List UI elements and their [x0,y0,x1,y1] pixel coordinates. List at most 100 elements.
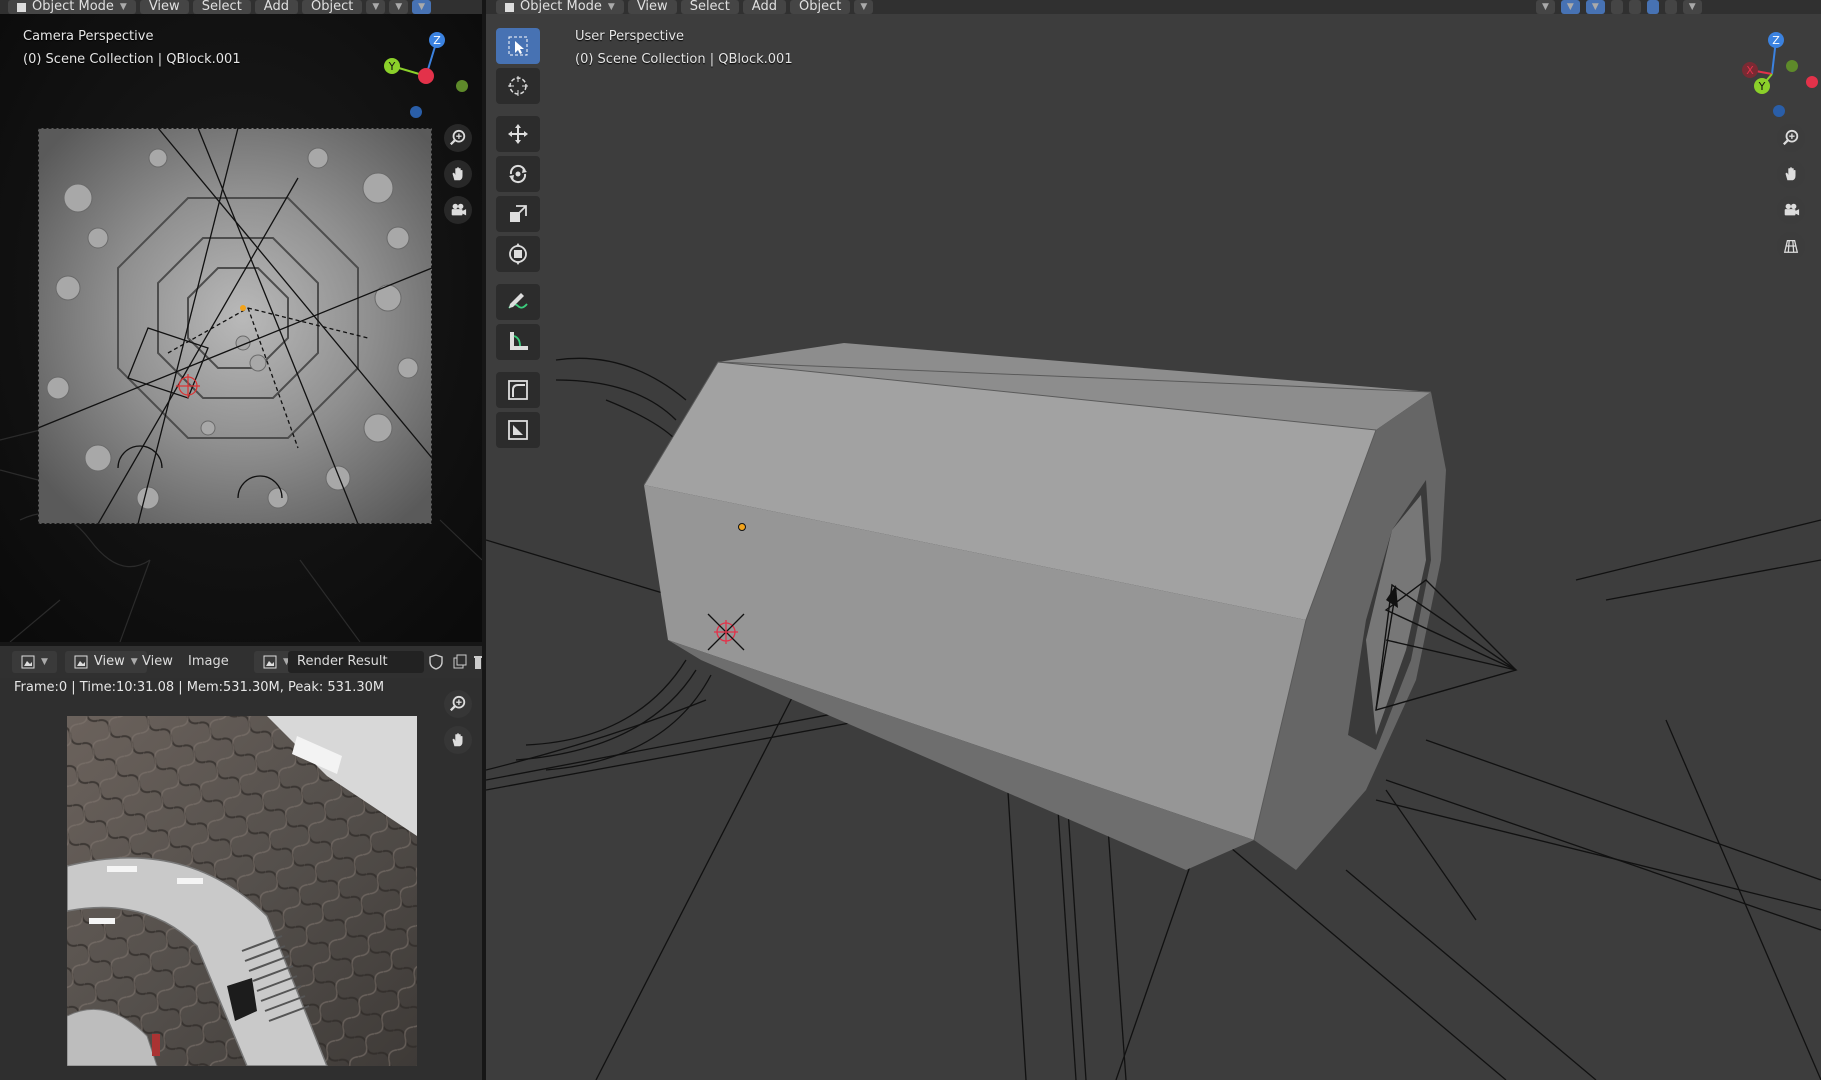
move-icon [508,124,528,144]
left-pivot-dropdown[interactable]: ▼ [389,0,409,14]
image-name-field[interactable]: Render Result [288,651,424,673]
viewport-camera-view-icon[interactable] [1777,196,1805,224]
menu-object[interactable]: Object [789,0,851,14]
shading-rendered-icon[interactable]: ▼ [1682,0,1702,14]
image-icon [74,655,88,669]
camera-axis-gizmo[interactable]: Z Y [372,24,472,124]
tool-cursor[interactable] [496,68,540,104]
image-editor-icon [21,655,35,669]
object-mode-icon [505,2,514,12]
mode-dropdown[interactable]: Object Mode ▼ [496,0,624,14]
annotate-icon [508,293,528,309]
mode-label: Object Mode [520,0,602,14]
scene-geometry [486,343,1821,1080]
shading-solid-icon[interactable] [1646,0,1659,14]
gizmo-x-label: X [1746,64,1754,77]
tool-transform[interactable] [496,236,540,272]
visibility-dropdown[interactable]: ▼ [1536,0,1555,14]
image-pan-hand-icon[interactable] [444,726,472,754]
shading-wireframe-icon[interactable] [1628,0,1641,14]
chevron-down-icon: ▼ [418,2,426,12]
viewport-ortho-grid-icon[interactable] [1777,232,1805,260]
left-viewport-header: Object Mode ▼ View Select Add Object ▼ ▼… [0,0,490,14]
camera-view-collection: (0) Scene Collection | QBlock.001 [23,52,241,67]
image-icon [263,655,277,669]
user-view-title: User Perspective [575,29,685,44]
image-editor-canvas[interactable]: Frame:0 | Time:10:31.08 | Mem:531.30M, P… [0,678,482,1080]
object-mode-icon [17,2,26,12]
user-view-collection: (0) Scene Collection | QBlock.001 [575,52,793,67]
chevron-down-icon: ▼ [1566,2,1574,12]
left-menu-add[interactable]: Add [254,0,298,14]
left-transform-orientation-dropdown[interactable]: ▼ [366,0,386,14]
transform-icon [509,243,527,265]
tool-measure[interactable] [496,324,540,360]
image-menu-view[interactable]: View [142,654,173,669]
chevron-down-icon: ▼ [1688,2,1696,12]
xray-toggle[interactable] [1610,0,1623,14]
viewport-header-right-controls: ▼ ▼ ▼ ▼ [1530,0,1821,14]
viewport-zoom-icon[interactable] [1777,124,1805,152]
scale-icon [510,205,527,222]
tool-annotate[interactable] [496,284,540,320]
tool-add-cube[interactable] [496,372,540,408]
menu-select[interactable]: Select [680,0,739,14]
select-box-icon [508,36,528,56]
tool-add-shape[interactable] [496,412,540,448]
left-menu-object[interactable]: Object [301,0,363,14]
gizmo-z-label: Z [1772,34,1780,47]
chevron-down-icon: ▼ [1542,2,1549,12]
menu-view[interactable]: View [627,0,677,14]
left-snap-toggle[interactable]: ▼ [412,0,432,14]
camera-pan-hand-icon[interactable] [444,160,472,188]
camera-view-toggle-icon[interactable] [444,196,472,224]
shading-material-icon[interactable] [1664,0,1677,14]
tool-select-box[interactable] [496,28,540,64]
image-view-mode-dropdown[interactable]: View ▼ [64,651,147,673]
viewport-pan-hand-icon[interactable] [1777,160,1805,188]
render-status-text: Frame:0 | Time:10:31.08 | Mem:531.30M, P… [14,680,385,695]
camera-frame [38,128,432,524]
camera-gizmo-z-label: Z [433,34,441,47]
left-menu-view[interactable]: View [139,0,189,14]
image-name-label: Render Result [297,654,388,669]
chevron-down-icon: ▼ [607,2,615,12]
image-view-mode-label: View [93,654,125,669]
rotate-icon [509,164,527,184]
fake-user-shield-icon[interactable] [428,654,444,670]
chevron-down-icon: ▼ [860,2,868,12]
chevron-down-icon: ▼ [41,657,48,667]
tool-scale[interactable] [496,196,540,232]
left-menu-select[interactable]: Select [192,0,251,14]
menu-add[interactable]: Add [742,0,786,14]
unlink-image-icon[interactable] [474,654,482,670]
gizmo-toggle[interactable]: ▼ [1560,0,1580,14]
overlay-toggle[interactable]: ▼ [1585,0,1605,14]
measure-icon [510,332,528,350]
left-mode-label: Object Mode [32,0,114,14]
add-cube-icon [508,380,528,400]
chevron-down-icon: ▼ [1591,2,1599,12]
cursor-icon [508,76,528,96]
camera-viewport[interactable]: Camera Perspective (0) Scene Collection … [0,0,482,642]
chevron-down-icon: ▼ [119,2,127,12]
chevron-down-icon: ▼ [372,2,380,12]
camera-gizmo-y-label: Y [388,60,396,73]
gizmo-y-label: Y [1758,80,1766,93]
image-zoom-icon[interactable] [444,690,472,718]
main-3d-viewport[interactable]: User Perspective (0) Scene Collection | … [486,0,1821,1080]
camera-view-title: Camera Perspective [23,29,154,44]
editor-type-dropdown[interactable]: ▼ [12,651,57,673]
camera-zoom-icon[interactable] [444,124,472,152]
transform-orientation-dropdown[interactable]: ▼ [854,0,874,14]
left-mode-dropdown[interactable]: Object Mode ▼ [8,0,136,14]
add-shape-icon [508,420,528,440]
image-menu-image[interactable]: Image [188,654,229,669]
chevron-down-icon: ▼ [395,2,403,12]
viewport-axis-gizmo[interactable]: Z X Y [1726,26,1821,121]
image-editor-header: ▼ View ▼ View Image ▼ Render Result [0,646,482,678]
render-result-image [67,716,417,1066]
tool-rotate[interactable] [496,156,540,192]
new-image-icon[interactable] [452,654,468,670]
tool-move[interactable] [496,116,540,152]
